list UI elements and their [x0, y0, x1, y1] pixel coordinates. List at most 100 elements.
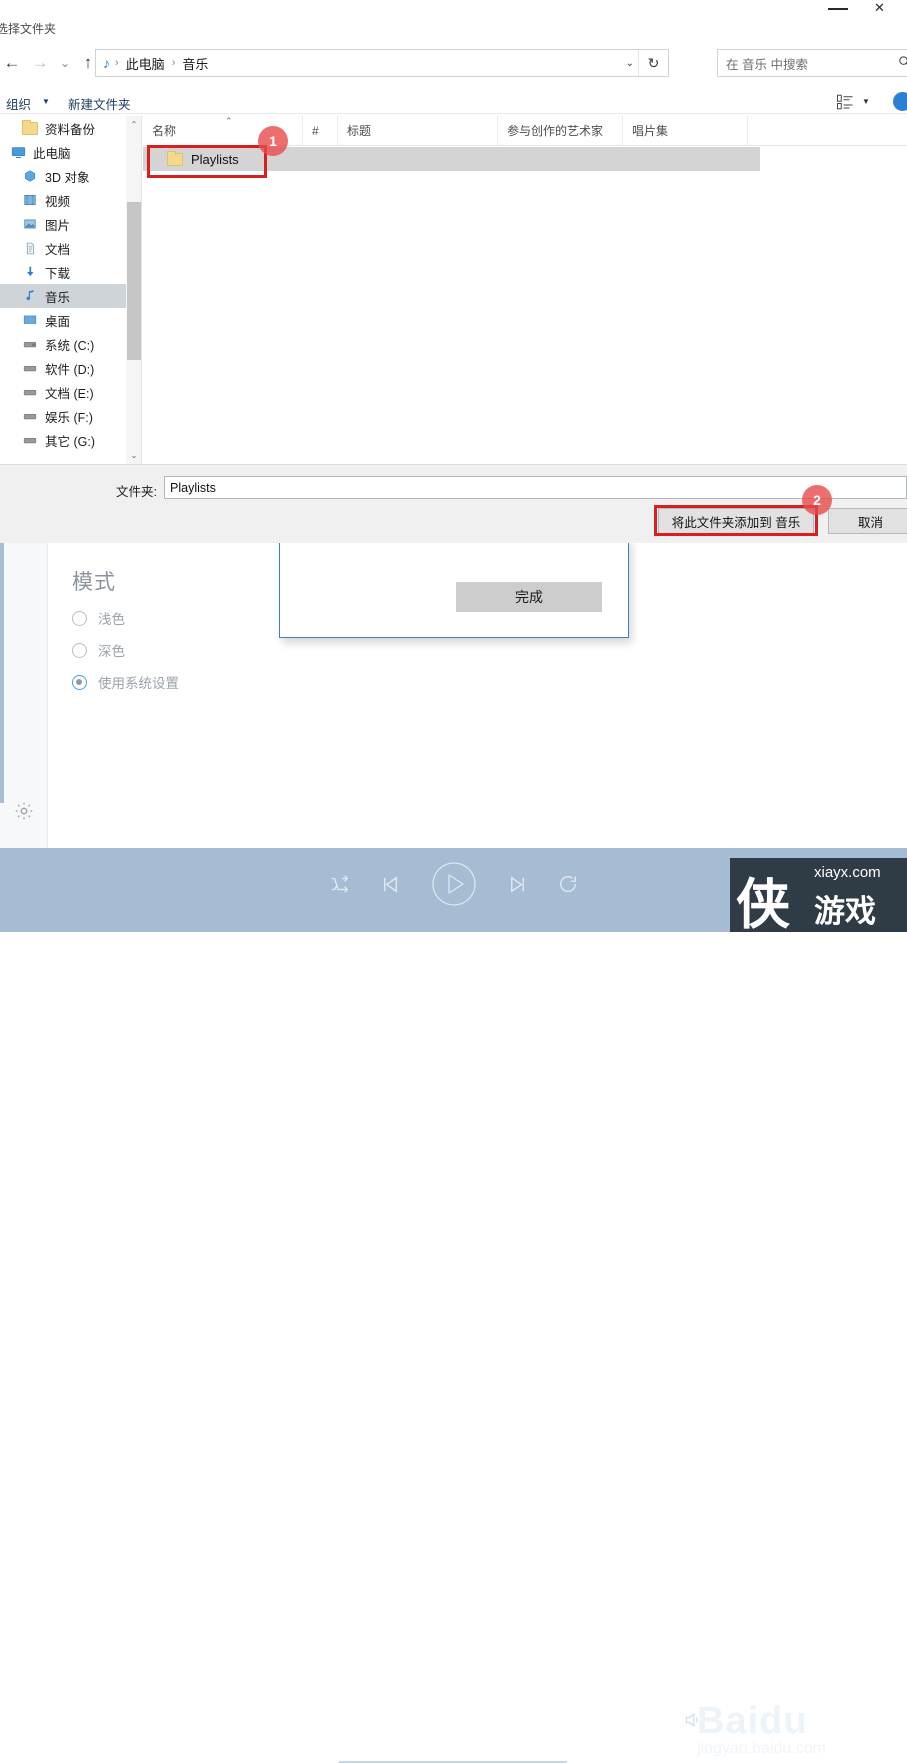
search-icon[interactable]	[897, 54, 907, 72]
play-icon[interactable]	[430, 860, 478, 908]
forward-button[interactable]: →	[28, 50, 52, 76]
done-button[interactable]: 完成	[456, 582, 602, 612]
mode-option-dark-label: 深色	[98, 644, 125, 659]
download-icon	[22, 264, 38, 280]
breadcrumb-music[interactable]: 音乐	[180, 54, 210, 73]
mode-option-dark[interactable]: 深色	[72, 640, 125, 660]
sidebar-item-label: 此电脑	[33, 146, 71, 161]
folder-name-input[interactable]: Playlists	[164, 476, 907, 499]
command-bar	[0, 88, 907, 114]
sidebar-item-drive-e[interactable]: 文档 (E:)	[0, 380, 126, 404]
3d-object-icon	[22, 168, 38, 184]
drive-icon	[22, 360, 38, 376]
sidebar-item-label: 音乐	[45, 290, 71, 305]
next-track-icon[interactable]	[506, 873, 529, 896]
sidebar-item-label: 视频	[45, 194, 71, 209]
sidebar-item-label: 软件 (D:)	[45, 362, 95, 377]
sidebar-item-label: 娱乐 (F:)	[45, 410, 93, 425]
sidebar-item-label: 3D 对象	[45, 170, 90, 185]
playlists-folder-row[interactable]: Playlists	[167, 150, 239, 167]
sidebar-item-downloads[interactable]: 下载	[0, 260, 126, 284]
sidebar-item-documents[interactable]: 文档	[0, 236, 126, 260]
computer-icon	[10, 144, 26, 160]
sidebar-scrollbar[interactable]: ⌃ ⌄	[126, 116, 142, 464]
organize-button[interactable]: 组织	[6, 94, 31, 113]
column-header-album[interactable]: 唱片集	[623, 115, 748, 146]
repeat-icon[interactable]	[557, 873, 579, 895]
sidebar-item-music[interactable]: 音乐	[0, 284, 126, 308]
annotation-badge-1: 1	[258, 126, 288, 156]
radio-mark-system	[72, 674, 87, 690]
scrollbar-thumb[interactable]	[127, 202, 141, 360]
breadcrumb-separator-1: ›	[115, 57, 119, 69]
mode-option-light[interactable]: 浅色	[72, 608, 125, 628]
chevron-down-icon[interactable]: ▼	[42, 97, 50, 106]
site-watermark-game: 游戏	[814, 894, 876, 929]
music-note-icon: ♪	[103, 55, 110, 71]
sidebar-item-drive-d[interactable]: 软件 (D:)	[0, 356, 126, 380]
sidebar-item-this-pc[interactable]: 此电脑	[0, 140, 126, 164]
gear-icon[interactable]	[13, 800, 35, 822]
address-bar[interactable]: ♪ › 此电脑 › 音乐 ⌄ ↻	[95, 49, 669, 77]
annotation-badge-2: 2	[802, 485, 832, 515]
sidebar-item-drive-c[interactable]: 系统 (C:)	[0, 332, 126, 356]
sidebar: 资料备份 此电脑 3D 对象 视频 图片 文档 下载 音乐 桌面 系统 (C:)…	[0, 116, 126, 464]
chevron-down-icon[interactable]: ▼	[862, 97, 870, 106]
sidebar-item-backup[interactable]: 资料备份	[0, 116, 126, 140]
search-input[interactable]: 在 音乐 中搜索	[717, 49, 907, 77]
close-icon[interactable]: ✕	[874, 0, 896, 15]
scroll-up-icon[interactable]: ⌃	[126, 116, 142, 133]
cancel-button[interactable]: 取消	[828, 508, 907, 534]
file-row-name-label: Playlists	[191, 151, 239, 167]
scroll-down-icon[interactable]: ⌄	[126, 447, 142, 464]
search-placeholder: 在 音乐 中搜索	[726, 57, 808, 72]
add-folder-button[interactable]: 将此文件夹添加到 音乐	[658, 508, 814, 534]
baidu-watermark-sub: jingyan.baidu.com	[697, 1740, 826, 1757]
sidebar-item-drive-g[interactable]: 其它 (G:)	[0, 428, 126, 452]
chevron-down-icon[interactable]: ⌄	[626, 58, 634, 69]
shuffle-icon[interactable]	[329, 873, 351, 895]
picture-icon	[22, 216, 38, 232]
folder-icon	[22, 119, 38, 136]
back-button[interactable]: ←	[0, 50, 24, 76]
column-header-number[interactable]: #	[303, 115, 338, 146]
sidebar-item-pictures[interactable]: 图片	[0, 212, 126, 236]
breadcrumb-this-pc[interactable]: 此电脑	[124, 54, 167, 73]
dialog-footer: 文件夹: Playlists 将此文件夹添加到 音乐 取消	[0, 464, 907, 543]
new-folder-button[interactable]: 新建文件夹	[68, 94, 131, 113]
radio-mark-light	[72, 610, 87, 626]
sidebar-item-label: 资料备份	[45, 122, 96, 137]
sort-ascending-icon: ⌃	[225, 115, 233, 126]
column-header-artists[interactable]: 参与创作的艺术家	[498, 115, 623, 146]
sidebar-item-drive-f[interactable]: 娱乐 (F:)	[0, 404, 126, 428]
site-watermark: 侠 xiayx.com 游戏	[730, 858, 907, 932]
document-icon	[22, 240, 38, 256]
baidu-watermark: Baidu	[697, 1700, 808, 1742]
column-header-name-label: 名称	[152, 124, 177, 138]
sidebar-item-desktop[interactable]: 桌面	[0, 308, 126, 332]
video-icon	[22, 192, 38, 208]
sidebar-item-label: 文档 (E:)	[45, 386, 94, 401]
sidebar-item-3d-objects[interactable]: 3D 对象	[0, 164, 126, 188]
dialog-titlebar: 选择文件夹 ✕	[0, 0, 907, 44]
previous-track-icon[interactable]	[379, 873, 402, 896]
column-header-title[interactable]: 标题	[338, 115, 498, 146]
minimize-icon[interactable]	[828, 8, 848, 10]
mode-option-system[interactable]: 使用系统设置	[72, 672, 179, 692]
drive-icon	[22, 432, 38, 448]
folder-field-label: 文件夹:	[116, 485, 157, 499]
table-row[interactable]: Playlists	[143, 147, 760, 171]
sidebar-item-label: 其它 (G:)	[45, 434, 95, 449]
refresh-icon[interactable]: ↻	[638, 50, 668, 76]
rail-accent-bar	[0, 543, 4, 803]
mode-option-light-label: 浅色	[98, 612, 125, 627]
music-icon	[22, 288, 38, 304]
view-layout-icon[interactable]	[836, 93, 854, 114]
site-watermark-url: xiayx.com	[814, 864, 881, 881]
drive-icon	[22, 384, 38, 400]
mode-heading: 模式	[72, 571, 116, 594]
mode-option-system-label: 使用系统设置	[98, 676, 179, 691]
help-icon[interactable]	[893, 92, 907, 111]
recent-locations-button[interactable]: ⌄	[53, 50, 77, 76]
sidebar-item-videos[interactable]: 视频	[0, 188, 126, 212]
